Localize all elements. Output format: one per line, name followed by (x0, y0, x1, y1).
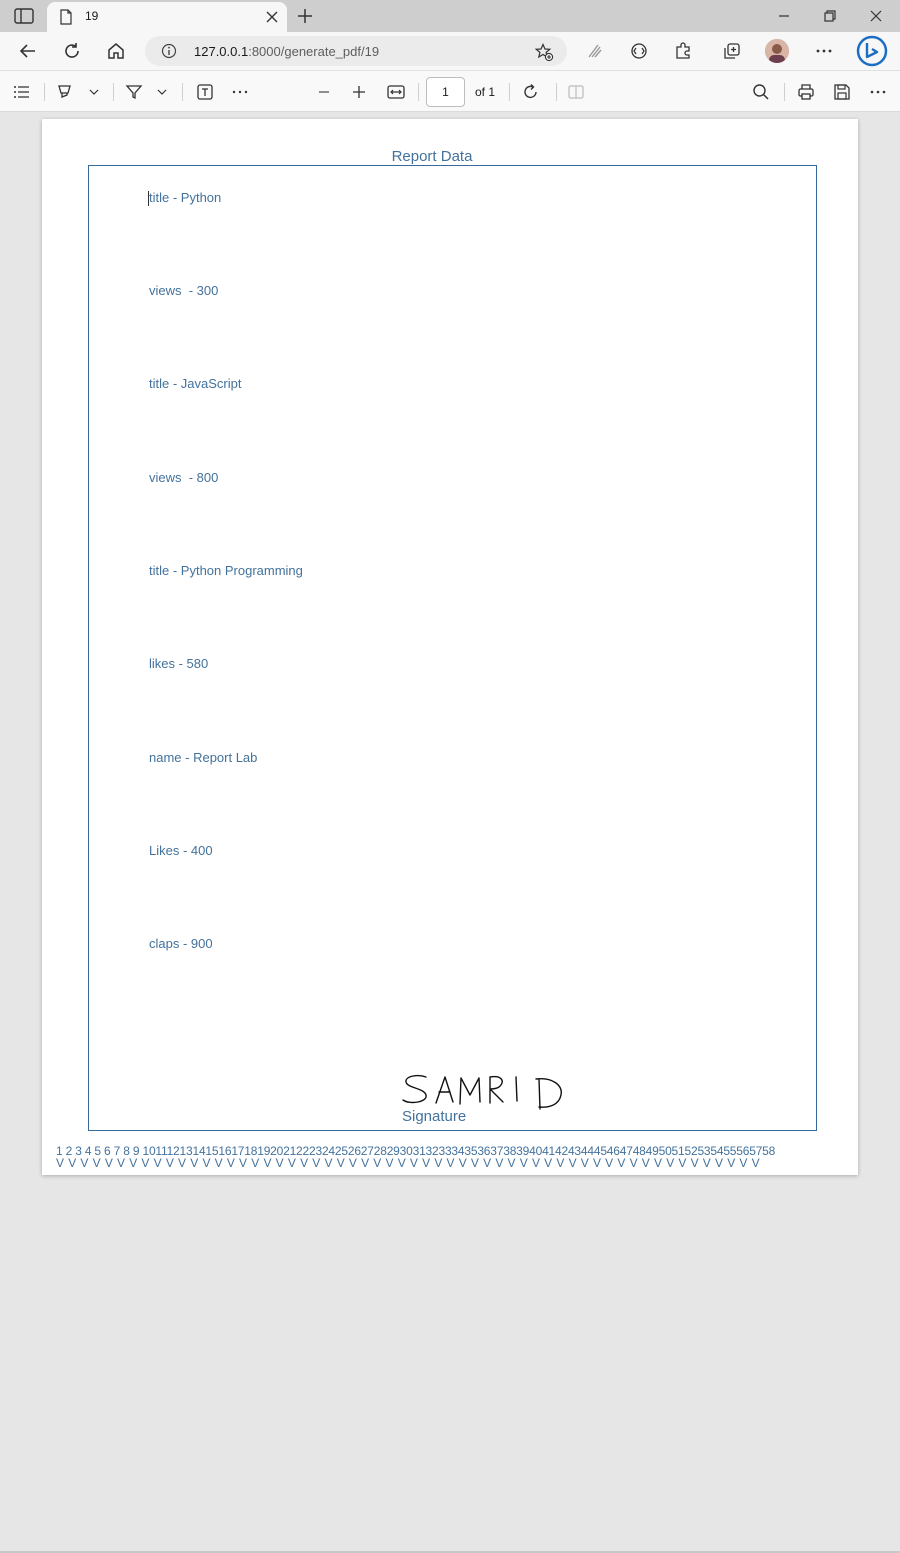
navigation-bar: 127.0.0.1:8000/generate_pdf/19 (0, 32, 900, 70)
close-tab-icon[interactable] (265, 10, 279, 24)
toolbar-divider (509, 83, 510, 101)
toolbar-divider (182, 83, 183, 101)
fit-to-width-icon[interactable] (386, 82, 406, 102)
add-text-icon[interactable] (195, 82, 215, 102)
tab-strip: 19 (0, 0, 900, 32)
page-view-icon (568, 85, 584, 99)
highlight-icon[interactable] (55, 82, 75, 102)
bing-chat-icon[interactable] (856, 35, 888, 67)
profile-avatar[interactable] (765, 39, 789, 63)
zoom-in-icon[interactable] (349, 82, 369, 102)
search-icon[interactable] (751, 82, 771, 102)
tab-actions-icon[interactable] (14, 8, 34, 24)
toolbar-divider (784, 83, 785, 101)
save-icon[interactable] (832, 82, 852, 102)
url-text[interactable]: 127.0.0.1:8000/generate_pdf/19 (194, 44, 379, 59)
page-count-label: of 1 (475, 85, 496, 99)
report-entry: views - 800 (149, 470, 219, 485)
more-options-icon[interactable] (814, 41, 834, 61)
back-arrow-icon[interactable] (18, 41, 38, 61)
minimize-icon[interactable] (776, 8, 792, 24)
report-entry: Likes - 400 (149, 843, 213, 858)
more-tools-icon[interactable] (230, 82, 250, 102)
add-favorite-icon[interactable] (534, 42, 554, 62)
chevron-down-icon[interactable] (152, 82, 172, 102)
extensions-icon[interactable] (673, 41, 693, 61)
document-title: Report Data (391, 148, 473, 165)
address-bar[interactable]: 127.0.0.1:8000/generate_pdf/19 (145, 36, 567, 66)
new-tab-icon[interactable] (296, 7, 314, 25)
report-entry: name - Report Lab (149, 750, 258, 765)
toolbar-divider (556, 83, 557, 101)
draw-icon[interactable] (124, 82, 144, 102)
toolbar-divider (113, 83, 114, 101)
pdf-more-icon[interactable] (868, 82, 888, 102)
pdf-toolbar: 1 of 1 (0, 70, 900, 112)
info-icon[interactable] (161, 43, 177, 59)
document-icon (60, 9, 72, 25)
tab-title: 19 (85, 9, 99, 23)
report-entry: likes - 580 (149, 656, 209, 671)
profile-photo-icon (765, 39, 789, 63)
zoom-out-icon[interactable] (314, 82, 334, 102)
print-icon[interactable] (796, 82, 816, 102)
collections-icon[interactable] (722, 41, 742, 61)
browser-tab[interactable]: 19 (47, 2, 287, 32)
read-aloud-icon[interactable] (585, 41, 605, 61)
chevron-down-icon[interactable] (84, 82, 104, 102)
toolbar-divider (44, 83, 45, 101)
page-number-input[interactable]: 1 (426, 77, 465, 107)
immersive-reader-icon[interactable] (629, 41, 649, 61)
url-path: :8000/generate_pdf/19 (248, 44, 380, 59)
refresh-icon[interactable] (62, 41, 82, 61)
signature-label: Signature (402, 1108, 467, 1125)
url-host: 127.0.0.1 (194, 44, 249, 59)
table-of-contents-icon[interactable] (12, 82, 32, 102)
page-border (88, 165, 817, 1131)
restore-icon[interactable] (822, 8, 838, 24)
pdf-page: Report Data title - Python views - 300 t… (42, 119, 858, 1175)
window-close-icon[interactable] (868, 8, 884, 24)
report-entry: title - JavaScript (149, 376, 242, 391)
toolbar-divider (418, 83, 419, 101)
home-icon[interactable] (106, 41, 126, 61)
report-entry: title - Python Programming (149, 563, 303, 578)
report-entry: views - 300 (149, 283, 219, 298)
report-entry: claps - 900 (149, 936, 213, 951)
report-entry: title - Python (149, 190, 222, 205)
footer-v-row: VVVVVVVVVVVVVVVVVVVVVVVVVVVVVVVVVVVVVVVV… (56, 1156, 764, 1170)
rotate-icon[interactable] (521, 82, 541, 102)
